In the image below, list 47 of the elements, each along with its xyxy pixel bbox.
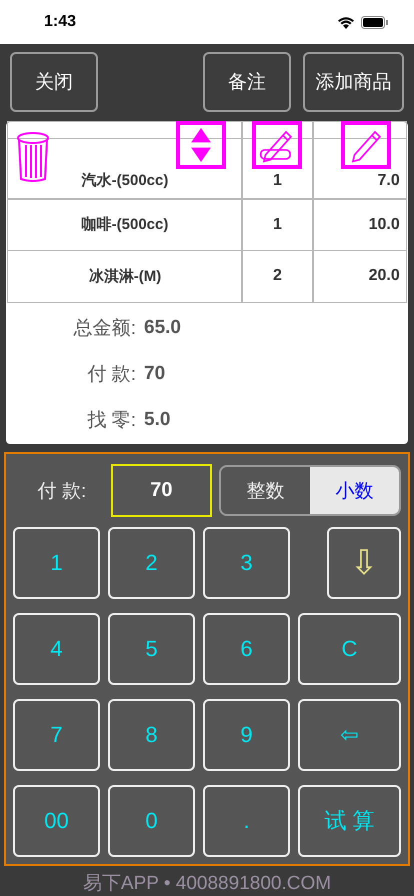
keypad-key[interactable]: . bbox=[203, 785, 290, 857]
keypad-key[interactable]: 1 bbox=[13, 527, 100, 599]
payment-label: 付 款: bbox=[36, 480, 88, 504]
keypad-key[interactable]: ⇦ bbox=[298, 699, 401, 771]
wifi-icon bbox=[337, 16, 355, 28]
keypad-key[interactable]: 0 bbox=[108, 785, 195, 857]
edit-price-button[interactable] bbox=[341, 120, 392, 169]
summary-label: 付 款: bbox=[86, 363, 137, 387]
toolbar-button[interactable]: 备注 bbox=[203, 52, 291, 112]
item-price: 20.0 bbox=[368, 267, 400, 286]
toolbar-button[interactable]: 关闭 bbox=[10, 52, 98, 112]
footer-text: 易下APP • 4008891800.COM bbox=[82, 872, 332, 896]
keypad-key[interactable]: 4 bbox=[13, 613, 100, 685]
trash-icon[interactable] bbox=[16, 130, 50, 183]
toolbar-button[interactable]: 添加商品 bbox=[303, 52, 404, 112]
keypad-key[interactable]: 试 算 bbox=[298, 785, 401, 857]
keypad-key[interactable]: ⇩ bbox=[327, 527, 401, 599]
item-price: 7.0 bbox=[378, 172, 400, 190]
keypad-key[interactable]: 7 bbox=[13, 699, 100, 771]
summary-label: 总金额: bbox=[72, 317, 137, 341]
keypad-key[interactable]: 8 bbox=[108, 699, 195, 771]
item-quantity: 2 bbox=[273, 267, 282, 286]
keypad-key[interactable]: 2 bbox=[108, 527, 195, 599]
item-name: 汽水-(500cc) bbox=[82, 170, 168, 190]
item-quantity: 1 bbox=[273, 172, 282, 190]
status-time: 1:43 bbox=[44, 13, 76, 31]
up-down-arrow-icon bbox=[191, 128, 212, 162]
edit-quantity-button[interactable] bbox=[252, 120, 302, 169]
keypad-key[interactable]: 00 bbox=[13, 785, 100, 857]
item-name: 冰淇淋-(M) bbox=[88, 266, 162, 286]
mode-option[interactable]: 小数 bbox=[310, 467, 399, 514]
summary-value: 5.0 bbox=[144, 409, 172, 431]
summary-value: 65.0 bbox=[144, 317, 182, 339]
item-price: 10.0 bbox=[368, 216, 400, 234]
keypad-key[interactable]: 9 bbox=[203, 699, 290, 771]
keypad-key[interactable]: 5 bbox=[108, 613, 195, 685]
mode-option[interactable]: 整数 bbox=[220, 467, 310, 514]
battery-icon bbox=[361, 16, 388, 28]
item-name: 咖啡-(500cc) bbox=[82, 215, 168, 234]
keypad-key[interactable]: 3 bbox=[203, 527, 290, 599]
item-quantity: 1 bbox=[273, 216, 282, 234]
keypad-key[interactable]: C bbox=[298, 613, 401, 685]
keypad-key[interactable]: 6 bbox=[203, 613, 290, 685]
summary-value: 70 bbox=[144, 363, 166, 385]
sort-handle[interactable] bbox=[176, 120, 226, 169]
payment-field[interactable]: 70 bbox=[110, 464, 212, 517]
summary-label: 找 零: bbox=[86, 409, 137, 433]
